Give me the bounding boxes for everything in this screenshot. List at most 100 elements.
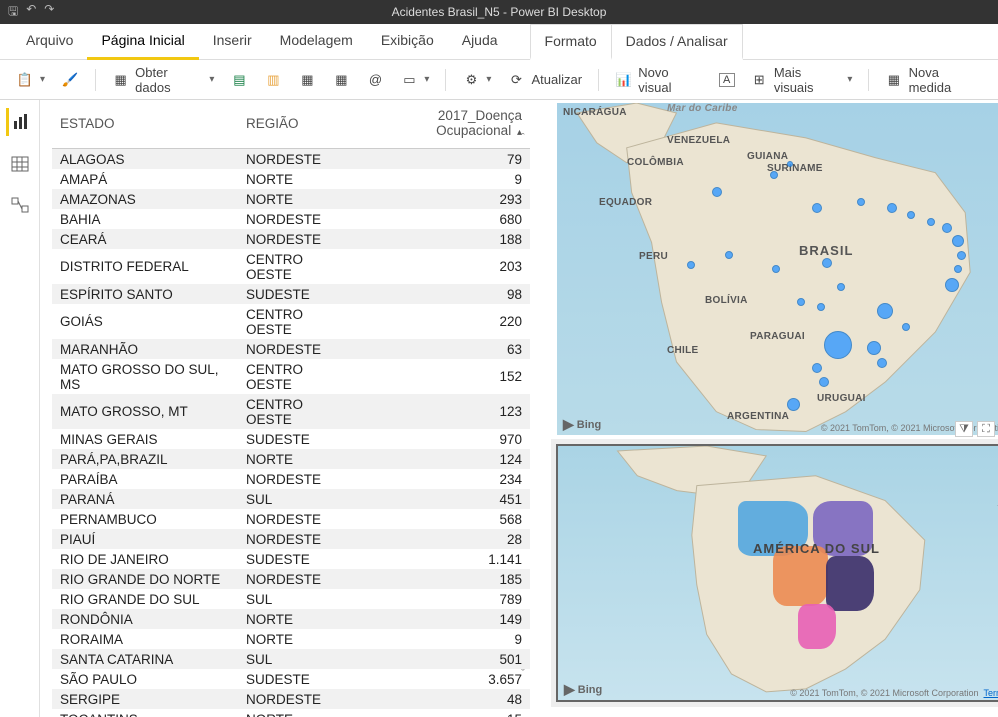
report-canvas[interactable]: ESTADO REGIÃO 2017_Doença Ocupacional ▴ … xyxy=(40,100,998,717)
col-estado[interactable]: ESTADO xyxy=(52,102,238,149)
table-row[interactable]: PARÁ,PA,BRAZILNORTE124 xyxy=(52,449,530,469)
menu-inserir[interactable]: Inserir xyxy=(199,24,266,60)
sql-source-button[interactable]: ▦ xyxy=(292,67,322,93)
scroll-down-icon[interactable]: ˇ xyxy=(516,668,530,682)
map-bubble[interactable] xyxy=(819,377,829,387)
map-bubble[interactable] xyxy=(902,323,910,331)
menu-pagina-inicial[interactable]: Página Inicial xyxy=(87,24,198,60)
table-row[interactable]: PERNAMBUCONORDESTE568 xyxy=(52,509,530,529)
paste-button[interactable]: 📋▾ xyxy=(10,67,51,93)
table-row[interactable]: TOCANTINSNORTE15 xyxy=(52,709,530,717)
filled-map-visual[interactable]: AMÉRICA DO SUL ÁI ▶Bing © 2021 TomTom, ©… xyxy=(556,444,998,702)
table-row[interactable]: ALAGOASNORDESTE79 xyxy=(52,149,530,170)
pbi-dataset-button[interactable]: ▥ xyxy=(258,67,288,93)
table-row[interactable]: RONDÔNIANORTE149 xyxy=(52,609,530,629)
map-bubble[interactable] xyxy=(772,265,780,273)
table-row[interactable]: GOIÁSCENTRO OESTE220 xyxy=(52,304,530,339)
map-bubble[interactable] xyxy=(837,283,845,291)
excel-source-button[interactable]: ▤ xyxy=(224,67,254,93)
menu-ajuda[interactable]: Ajuda xyxy=(448,24,512,60)
map-bubble[interactable] xyxy=(725,251,733,259)
menu-dados-analisar[interactable]: Dados / Analisar xyxy=(612,24,743,60)
col-regiao[interactable]: REGIÃO xyxy=(238,102,355,149)
map-bubble[interactable] xyxy=(952,235,964,247)
bubble-map-visual[interactable]: NICARÁGUA Mar do Caribe VENEZUELA COLÔMB… xyxy=(556,102,998,436)
table-row[interactable]: SERGIPENORDESTE48 xyxy=(52,689,530,709)
table-row[interactable]: RIO GRANDE DO NORTENORDESTE185 xyxy=(52,569,530,589)
redo-icon[interactable]: ↷ xyxy=(44,2,54,23)
map-bubble[interactable] xyxy=(867,341,881,355)
filter-icon[interactable]: ⧩ xyxy=(955,421,973,437)
map-bubble[interactable] xyxy=(857,198,865,206)
map-bubble[interactable] xyxy=(907,211,915,219)
atualizar-button[interactable]: ⟳Atualizar xyxy=(501,67,588,93)
table-visual[interactable]: ESTADO REGIÃO 2017_Doença Ocupacional ▴ … xyxy=(52,102,530,702)
region-sudeste[interactable] xyxy=(826,556,874,611)
table-row[interactable]: PARANÁSUL451 xyxy=(52,489,530,509)
map-bubble[interactable] xyxy=(927,218,935,226)
table-row[interactable]: SANTA CATARINASUL501 xyxy=(52,649,530,669)
region-sul[interactable] xyxy=(798,604,836,649)
map-bubble[interactable] xyxy=(770,171,778,179)
table-row[interactable]: RORAIMANORTE9 xyxy=(52,629,530,649)
map-bubble[interactable] xyxy=(945,278,959,292)
model-view-button[interactable] xyxy=(6,192,34,220)
menu-arquivo[interactable]: Arquivo xyxy=(12,24,87,60)
table-row[interactable]: RIO GRANDE DO SULSUL789 xyxy=(52,589,530,609)
map-bubble[interactable] xyxy=(812,203,822,213)
v-scrollbar[interactable]: ˆ ˇ xyxy=(516,132,530,682)
menu-formato[interactable]: Formato xyxy=(530,24,612,60)
map-bubble-largest[interactable] xyxy=(824,331,852,359)
table-row[interactable]: MINAS GERAISSUDESTE970 xyxy=(52,429,530,449)
novo-visual-button[interactable]: 📊Novo visual xyxy=(609,61,709,99)
table-row[interactable]: AMAZONASNORTE293 xyxy=(52,189,530,209)
enter-data-button[interactable]: ▦ xyxy=(326,67,356,93)
obter-dados-button[interactable]: ▦Obter dados▾ xyxy=(106,61,220,99)
text-box-button[interactable]: A xyxy=(713,69,741,91)
map-bubble[interactable] xyxy=(877,303,893,319)
table-row[interactable]: BAHIANORDESTE680 xyxy=(52,209,530,229)
scroll-up-icon[interactable]: ˆ xyxy=(516,132,530,146)
map-bubble[interactable] xyxy=(797,298,805,306)
col-2017[interactable]: 2017_Doença Ocupacional ▴ xyxy=(355,102,530,149)
save-icon[interactable]: 🖫 xyxy=(8,2,18,23)
map-bubble[interactable] xyxy=(687,261,695,269)
menu-exibicao[interactable]: Exibição xyxy=(367,24,448,60)
dataverse-button[interactable]: @ xyxy=(360,67,390,93)
map-bubble[interactable] xyxy=(817,303,825,311)
table-row[interactable]: DISTRITO FEDERALCENTRO OESTE203 xyxy=(52,249,530,284)
report-view-button[interactable] xyxy=(6,108,34,136)
map-bubble[interactable] xyxy=(822,258,832,268)
map-bubble[interactable] xyxy=(812,363,822,373)
map-bubble[interactable] xyxy=(954,265,962,273)
map-bubble[interactable] xyxy=(942,223,952,233)
table-row[interactable]: AMAPÁNORTE9 xyxy=(52,169,530,189)
table-row[interactable]: RIO DE JANEIROSUDESTE1.141 xyxy=(52,549,530,569)
data-view-button[interactable] xyxy=(6,150,34,178)
label-peru: PERU xyxy=(639,251,668,262)
table-row[interactable]: CEARÁNORDESTE188 xyxy=(52,229,530,249)
map-bubble[interactable] xyxy=(712,187,722,197)
recent-sources-button[interactable]: ▭▾ xyxy=(394,67,435,93)
map-bubble[interactable] xyxy=(957,251,966,260)
table-row[interactable]: MATO GROSSO, MTCENTRO OESTE123 xyxy=(52,394,530,429)
table-row[interactable]: PIAUÍNORDESTE28 xyxy=(52,529,530,549)
view-sidebar xyxy=(0,100,40,717)
table-row[interactable]: SÃO PAULOSUDESTE3.657 xyxy=(52,669,530,689)
nova-medida-button[interactable]: ▦Nova medida xyxy=(879,61,988,99)
format-painter-button[interactable]: 🖌️ xyxy=(55,67,85,93)
terms-link[interactable]: Terms xyxy=(984,688,998,698)
map-bubble[interactable] xyxy=(787,161,793,167)
table-row[interactable]: ESPÍRITO SANTOSUDESTE98 xyxy=(52,284,530,304)
transform-button[interactable]: ⚙▾ xyxy=(456,67,497,93)
map-bubble[interactable] xyxy=(787,398,800,411)
focus-mode-icon[interactable]: ⛶ xyxy=(977,421,995,437)
table-row[interactable]: PARAÍBANORDESTE234 xyxy=(52,469,530,489)
map-bubble[interactable] xyxy=(877,358,887,368)
table-row[interactable]: MATO GROSSO DO SUL, MSCENTRO OESTE152 xyxy=(52,359,530,394)
menu-modelagem[interactable]: Modelagem xyxy=(266,24,367,60)
table-row[interactable]: MARANHÃONORDESTE63 xyxy=(52,339,530,359)
undo-icon[interactable]: ↶ xyxy=(26,2,36,23)
mais-visuais-button[interactable]: ⊞Mais visuais▾ xyxy=(745,61,859,99)
map-bubble[interactable] xyxy=(887,203,897,213)
